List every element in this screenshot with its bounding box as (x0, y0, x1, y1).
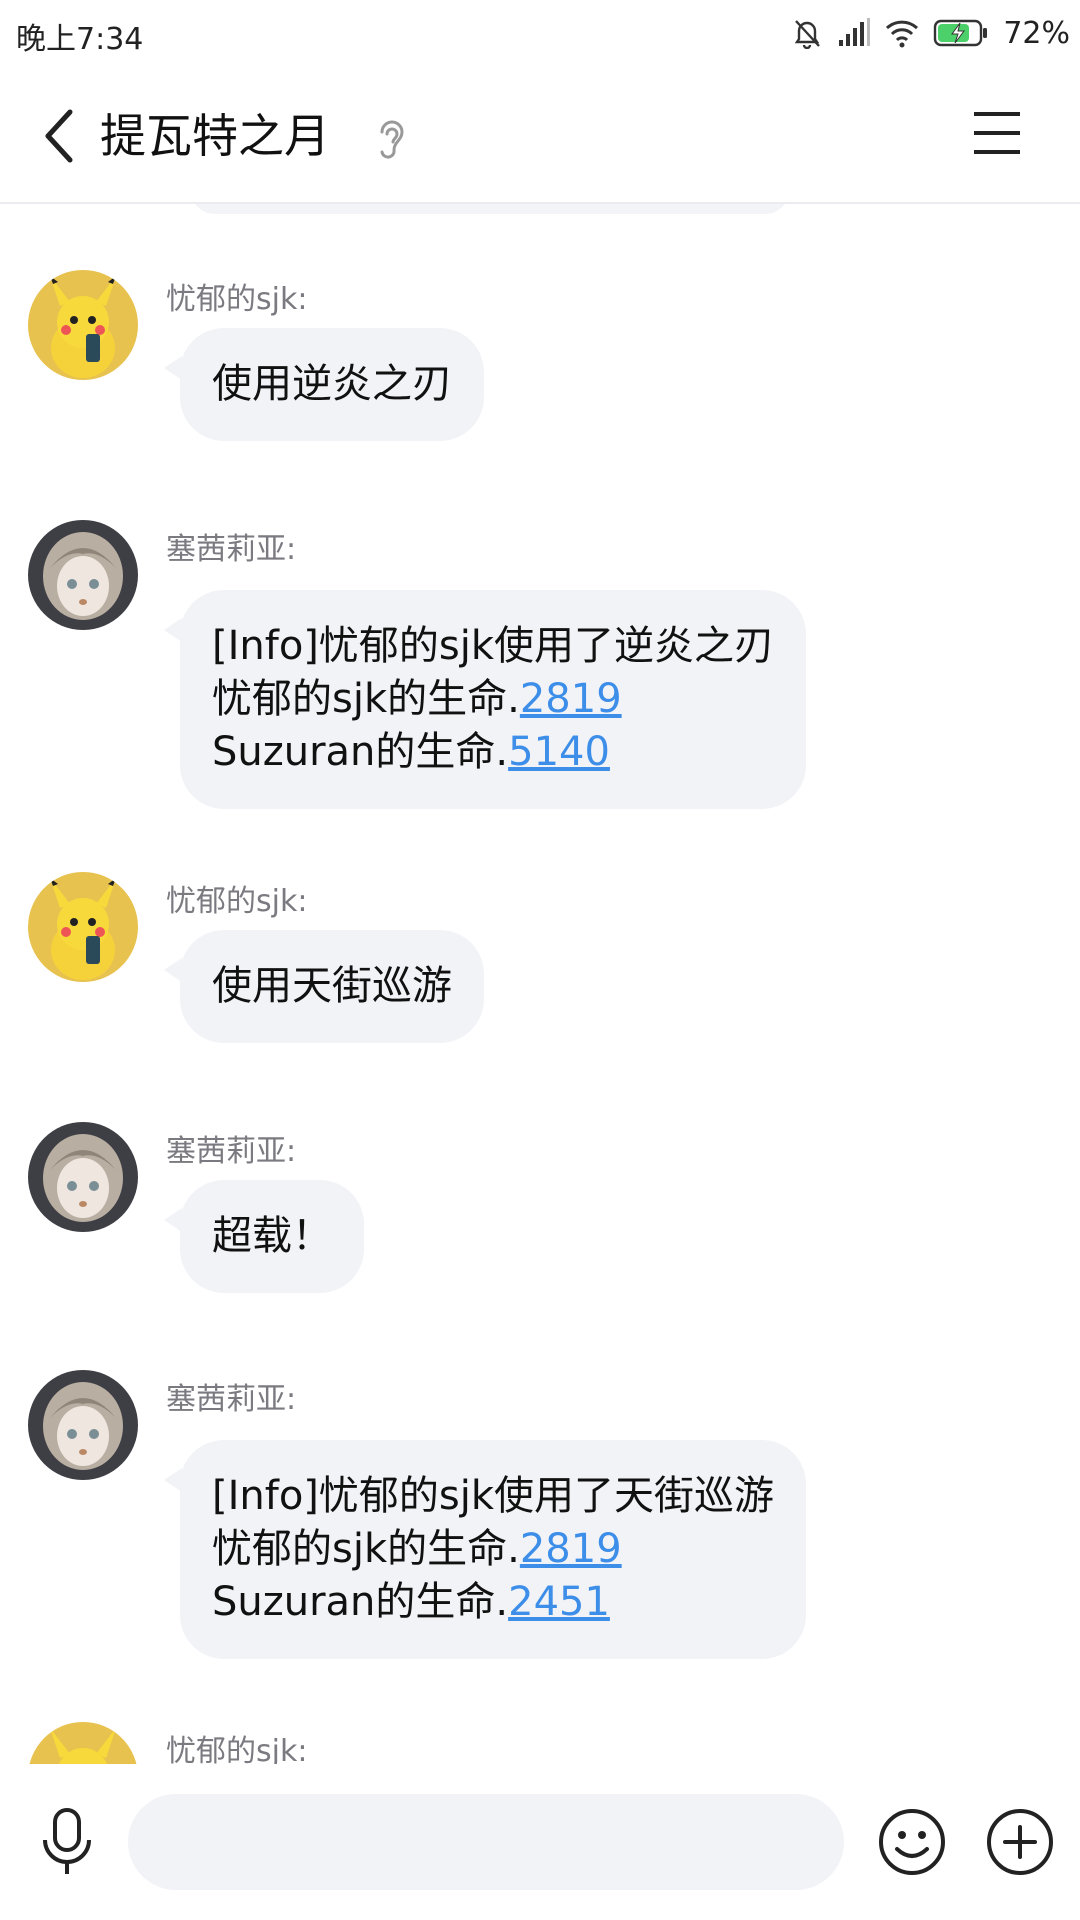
microphone-icon[interactable] (38, 1806, 96, 1878)
wifi-icon (886, 20, 919, 48)
partial-message-bubble (190, 204, 790, 214)
message-line: 忧郁的sjk的生命. (212, 1526, 520, 1572)
signal-icon (839, 18, 871, 46)
anime-girl-avatar[interactable] (28, 1370, 138, 1480)
battery-charging-icon (934, 19, 988, 47)
bell-off-icon (795, 20, 821, 49)
message-bubble[interactable]: 超载！ (164, 1180, 364, 1293)
pikachu-avatar[interactable] (28, 1722, 138, 1764)
emoji-icon[interactable] (877, 1807, 947, 1877)
sender-name: 忧郁的sjk: (166, 1734, 308, 1764)
message-bubble[interactable]: [Info]忧郁的sjk使用了天街巡游 忧郁的sjk的生命.2819 Suzur… (163, 1440, 807, 1659)
input-bar (0, 1764, 1080, 1920)
message-line: Suzuran的生命. (212, 1579, 509, 1625)
anime-girl-avatar[interactable] (28, 1122, 138, 1232)
sender-name: 塞茜莉亚: (166, 1134, 297, 1169)
message-text: 使用天街巡游 (212, 963, 452, 1009)
ear-icon[interactable] (372, 116, 408, 162)
hp-value-link[interactable]: 2819 (520, 676, 622, 722)
pikachu-avatar[interactable] (28, 270, 138, 380)
message-text: 超载！ (212, 1213, 332, 1259)
message-bubble[interactable]: 使用逆炎之刃 (164, 328, 484, 441)
battery-percent: 72% (1003, 15, 1070, 51)
chat-message-list[interactable]: 忧郁的sjk: 使用逆炎之刃 塞茜莉亚: [Info]忧郁的sjk使用了逆炎之刃… (0, 204, 1080, 1764)
message-input[interactable] (128, 1794, 844, 1890)
anime-girl-avatar[interactable] (28, 520, 138, 630)
plus-icon[interactable] (985, 1807, 1055, 1877)
status-bar: 晚上7:34 72% (0, 0, 1080, 68)
hp-value-link[interactable]: 2819 (520, 1526, 622, 1572)
sender-name: 忧郁的sjk: (166, 282, 308, 317)
status-time: 晚上7:34 (16, 22, 144, 57)
hp-value-link[interactable]: 2451 (508, 1579, 610, 1625)
message-bubble[interactable]: [Info]忧郁的sjk使用了逆炎之刃 忧郁的sjk的生命.2819 Suzur… (163, 590, 807, 809)
message-line: [Info]忧郁的sjk使用了天街巡游 (212, 1473, 775, 1519)
back-arrow-icon[interactable] (36, 104, 82, 168)
message-line: [Info]忧郁的sjk使用了逆炎之刃 (212, 623, 775, 669)
hp-value-link[interactable]: 5140 (508, 729, 610, 775)
message-text: 使用逆炎之刃 (212, 361, 452, 407)
sender-name: 塞茜莉亚: (166, 532, 297, 567)
status-icons: 72% (791, 10, 1070, 56)
message-line: Suzuran的生命. (212, 729, 509, 775)
page-title: 提瓦特之月 (100, 109, 330, 163)
message-line: 忧郁的sjk的生命. (212, 676, 520, 722)
menu-icon[interactable] (972, 108, 1022, 158)
sender-name: 忧郁的sjk: (166, 884, 308, 919)
sender-name: 塞茜莉亚: (166, 1382, 297, 1417)
chat-header: 提瓦特之月 (0, 68, 1080, 204)
message-bubble[interactable]: 使用天街巡游 (164, 930, 484, 1043)
pikachu-avatar[interactable] (28, 872, 138, 982)
